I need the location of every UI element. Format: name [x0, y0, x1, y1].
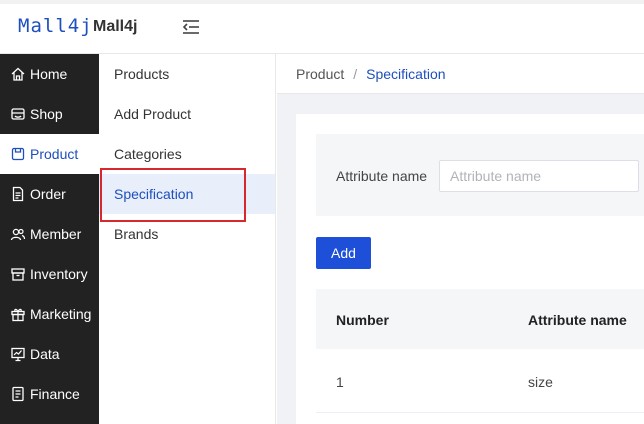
cell-attribute-name: size — [528, 374, 553, 390]
sidebar-item-label: Member — [30, 226, 82, 242]
sidebar-item-finance[interactable]: Finance — [0, 374, 99, 414]
logo: Mall4j — [18, 15, 93, 37]
sidebar-item-label: Product — [30, 146, 79, 162]
sidebar-item-label: Shop — [30, 106, 63, 122]
sidebar-item-product[interactable]: Product — [0, 134, 99, 174]
column-header-number: Number — [336, 312, 389, 328]
attribute-name-input[interactable] — [439, 160, 639, 192]
header-top-strip — [0, 0, 644, 4]
sidebar-item-order[interactable]: Order — [0, 174, 99, 214]
sidebar-item-label: Data — [30, 346, 60, 362]
sidebar-item-label: Inventory — [30, 266, 88, 282]
inventory-icon — [10, 266, 26, 282]
submenu-item-specification[interactable]: Specification — [99, 174, 275, 214]
breadcrumb: Product / Specification — [277, 54, 644, 94]
finance-icon — [10, 386, 26, 402]
sidebar-item-marketing[interactable]: Marketing — [0, 294, 99, 334]
sidebar-item-data[interactable]: Data — [0, 334, 99, 374]
sidebar-item-member[interactable]: Member — [0, 214, 99, 254]
submenu-item-products[interactable]: Products — [99, 54, 275, 94]
table-row — [316, 349, 644, 413]
sidebar-item-shop[interactable]: Shop — [0, 94, 99, 134]
menu-fold-icon[interactable] — [180, 17, 202, 37]
breadcrumb-parent[interactable]: Product — [296, 66, 344, 82]
main-sidebar: Home Shop Product Order Member Inventory — [0, 54, 99, 424]
product-icon — [10, 146, 26, 162]
add-button[interactable]: Add — [316, 237, 371, 269]
data-icon — [10, 346, 26, 362]
sidebar-item-label: Finance — [30, 386, 80, 402]
submenu-item-categories[interactable]: Categories — [99, 134, 275, 174]
product-submenu: Products Add Product Categories Specific… — [99, 54, 276, 424]
brand-name: Mall4j — [93, 18, 138, 35]
breadcrumb-current: Specification — [366, 65, 446, 82]
home-icon — [10, 66, 26, 82]
breadcrumb-separator: / — [353, 65, 358, 82]
sidebar-item-label: Order — [30, 186, 66, 202]
gift-icon — [10, 306, 26, 322]
order-icon — [10, 186, 26, 202]
sidebar-item-label: Home — [30, 66, 68, 82]
sidebar-item-label: Marketing — [30, 306, 92, 322]
attribute-name-label: Attribute name — [336, 168, 428, 184]
submenu-item-brands[interactable]: Brands — [99, 214, 275, 254]
column-header-attribute-name: Attribute name — [528, 312, 627, 328]
shop-icon — [10, 106, 26, 122]
top-header: Mall4j Mall4j — [0, 0, 644, 54]
cell-number: 1 — [336, 374, 344, 390]
member-icon — [10, 226, 26, 242]
sidebar-item-inventory[interactable]: Inventory — [0, 254, 99, 294]
sidebar-item-home[interactable]: Home — [0, 54, 99, 94]
submenu-item-add-product[interactable]: Add Product — [99, 94, 275, 134]
